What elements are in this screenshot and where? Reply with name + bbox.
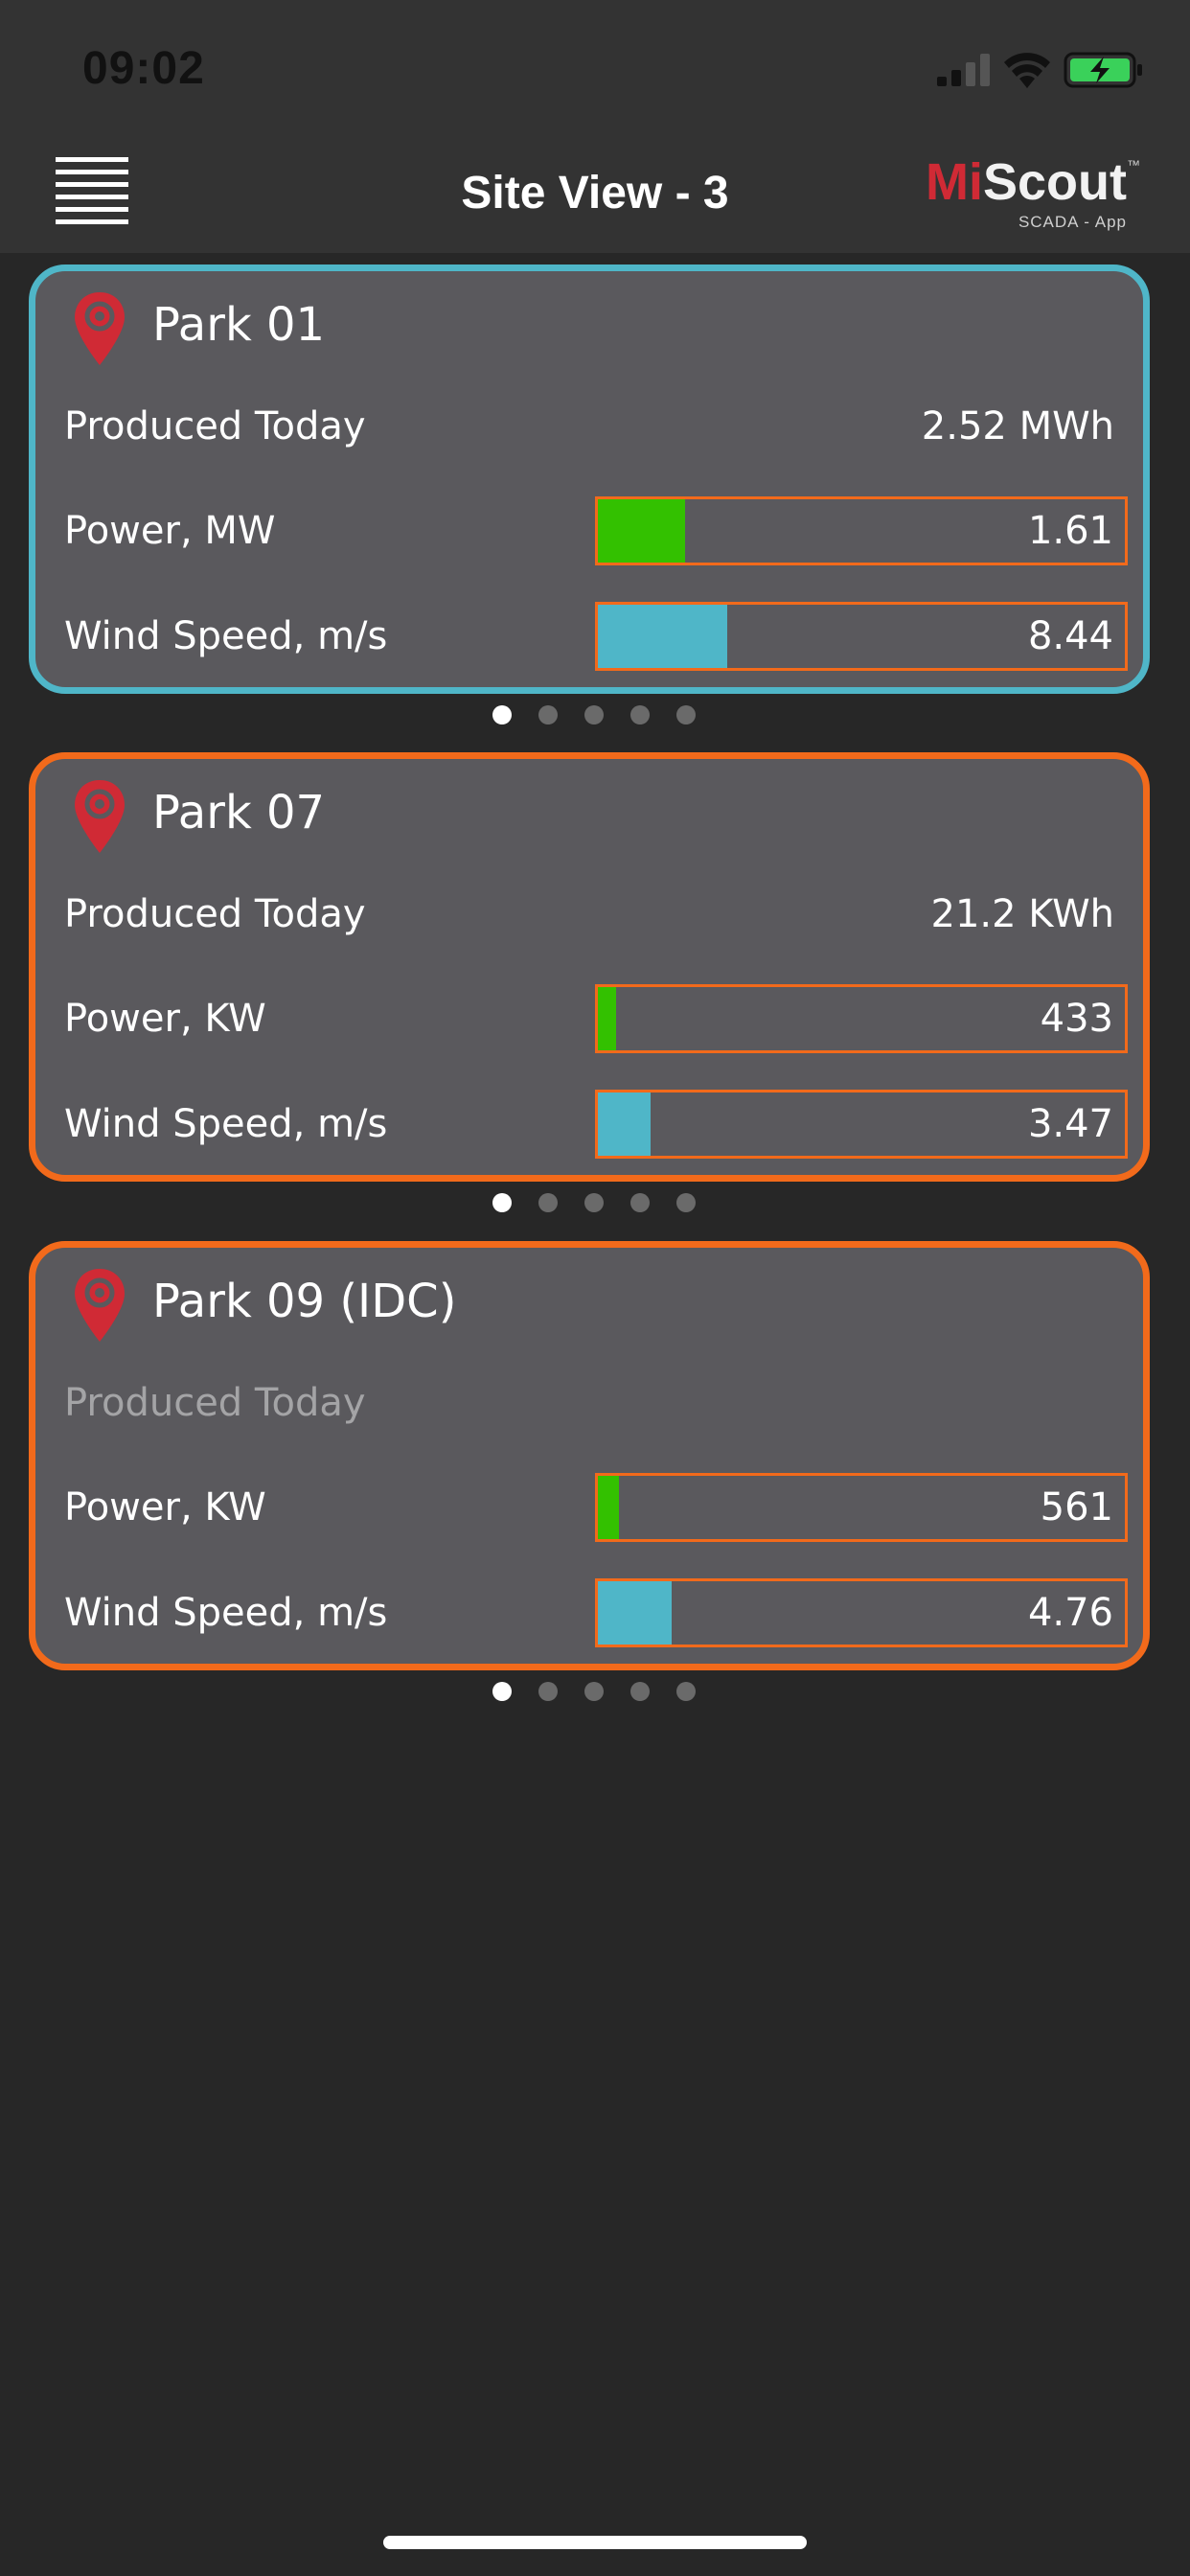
page-dot[interactable] xyxy=(676,705,696,724)
logo-mi: Mi xyxy=(925,153,983,211)
wifi-icon xyxy=(1004,53,1050,88)
power-value: 433 xyxy=(1040,997,1113,1041)
page-dot[interactable] xyxy=(492,705,512,724)
power-value: 561 xyxy=(1040,1485,1113,1530)
wind-speed-value: 4.76 xyxy=(1027,1591,1113,1635)
wind-speed-bar: 8.44 xyxy=(595,602,1128,671)
power-bar-fill xyxy=(598,1476,619,1539)
wind-speed-bar-fill xyxy=(598,1092,651,1156)
page-dot[interactable] xyxy=(584,1193,604,1212)
signal-icon xyxy=(937,54,990,86)
power-label: Power, KW xyxy=(64,997,266,1041)
page-dot[interactable] xyxy=(538,1682,558,1701)
page-dot[interactable] xyxy=(538,1193,558,1212)
hamburger-menu-icon[interactable] xyxy=(56,157,128,224)
wind-speed-bar-fill xyxy=(598,605,727,668)
produced-today-value: 2.52 MWh xyxy=(921,404,1114,448)
wind-speed-label: Wind Speed, m/s xyxy=(64,614,388,658)
wind-speed-label: Wind Speed, m/s xyxy=(64,1591,388,1635)
page-dot[interactable] xyxy=(630,1193,650,1212)
wind-speed-value: 8.44 xyxy=(1027,614,1113,658)
page-dot[interactable] xyxy=(676,1682,696,1701)
page-dot[interactable] xyxy=(492,1682,512,1701)
card-title: Park 07 xyxy=(152,786,326,840)
power-bar: 1.61 xyxy=(595,496,1128,565)
power-bar-fill xyxy=(598,499,685,563)
site-card-park-09[interactable]: Park 09 (IDC) Produced Today Power, KW 5… xyxy=(29,1241,1150,1670)
status-time: 09:02 xyxy=(82,43,205,94)
site-card-park-07[interactable]: Park 07 Produced Today 21.2 KWh Power, K… xyxy=(29,752,1150,1182)
power-label: Power, MW xyxy=(64,509,276,553)
page-dot[interactable] xyxy=(584,1682,604,1701)
power-label: Power, KW xyxy=(64,1485,266,1530)
produced-today-value: 21.2 KWh xyxy=(930,892,1114,936)
app-header: Site View - 3 MiScout ™ SCADA - App xyxy=(0,134,1190,253)
produced-today-label: Produced Today xyxy=(64,892,366,936)
status-bar: 09:02 xyxy=(0,0,1190,134)
map-pin-icon xyxy=(75,292,125,365)
power-bar-fill xyxy=(598,987,617,1050)
page-dot[interactable] xyxy=(584,705,604,724)
miscout-logo: MiScout ™ SCADA - App xyxy=(910,153,1140,240)
card-title: Park 01 xyxy=(152,298,326,352)
power-bar: 561 xyxy=(595,1473,1128,1542)
map-pin-icon xyxy=(75,780,125,853)
site-card-park-01[interactable]: Park 01 Produced Today 2.52 MWh Power, M… xyxy=(29,264,1150,694)
power-value: 1.61 xyxy=(1027,509,1113,553)
card-title: Park 09 (IDC) xyxy=(152,1275,457,1328)
logo-subtitle: SCADA - App xyxy=(1018,213,1127,231)
logo-scout: Scout xyxy=(982,153,1127,211)
wind-speed-label: Wind Speed, m/s xyxy=(64,1102,388,1146)
wind-speed-bar: 3.47 xyxy=(595,1090,1128,1159)
map-pin-icon xyxy=(75,1269,125,1342)
page-dot[interactable] xyxy=(538,705,558,724)
page-dot[interactable] xyxy=(492,1193,512,1212)
page-dot[interactable] xyxy=(676,1193,696,1212)
page-dot[interactable] xyxy=(630,705,650,724)
power-bar: 433 xyxy=(595,984,1128,1053)
wind-speed-value: 3.47 xyxy=(1027,1102,1113,1146)
page-dot[interactable] xyxy=(630,1682,650,1701)
battery-charging-icon xyxy=(1064,52,1142,88)
wind-speed-bar-fill xyxy=(598,1581,672,1644)
home-indicator[interactable] xyxy=(383,2536,807,2549)
produced-today-label: Produced Today xyxy=(64,404,366,448)
logo-trademark: ™ xyxy=(1127,157,1140,172)
wind-speed-bar: 4.76 xyxy=(595,1578,1128,1647)
produced-today-label: Produced Today xyxy=(64,1381,366,1425)
